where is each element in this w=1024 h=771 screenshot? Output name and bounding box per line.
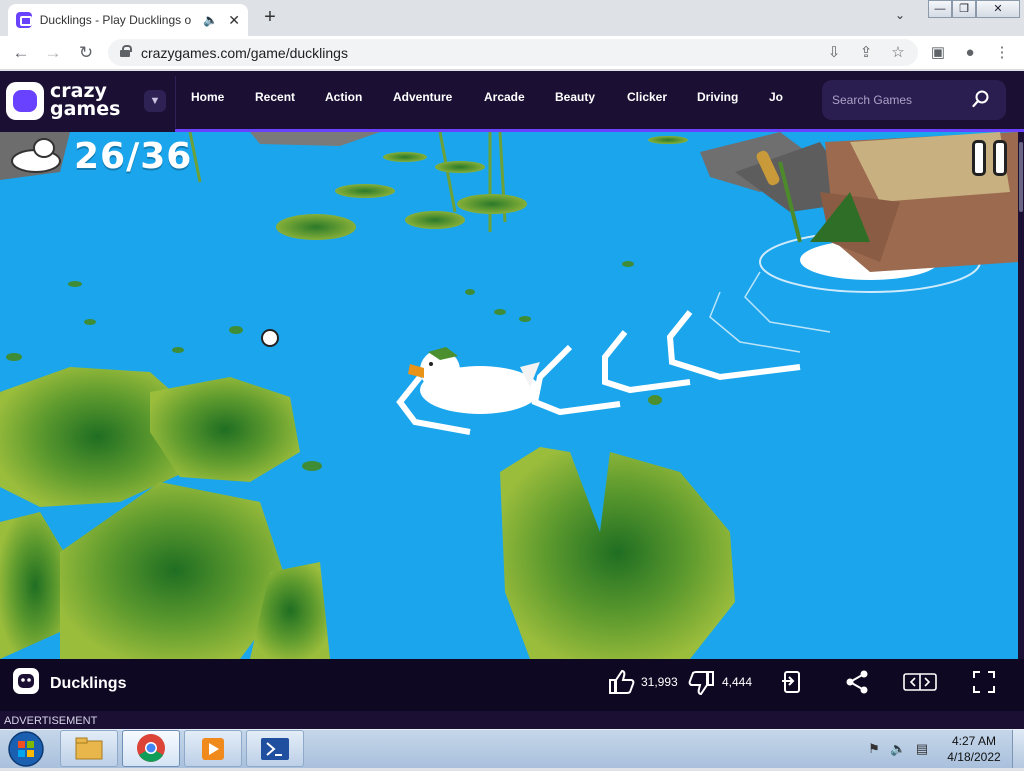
- chrome-menu-icon[interactable]: ⋮: [992, 43, 1012, 63]
- clock-time: 4:27 AM: [951, 734, 997, 748]
- nav-recent[interactable]: Recent: [255, 90, 295, 104]
- crazygames-logo[interactable]: crazy games: [6, 80, 136, 124]
- profile-avatar-icon[interactable]: ●: [960, 43, 980, 63]
- fullscreen-icon[interactable]: [972, 670, 996, 694]
- system-clock[interactable]: 4:27 AM 4/18/2022: [944, 733, 1004, 765]
- search-input[interactable]: [832, 90, 962, 110]
- show-desktop-button[interactable]: [1012, 730, 1024, 768]
- tab-search-chevron-icon[interactable]: ⌄: [895, 8, 905, 22]
- bookmark-star-icon[interactable]: ☆: [888, 43, 908, 63]
- share-page-icon[interactable]: ⇪: [856, 43, 876, 63]
- pause-bar-left: [972, 140, 986, 176]
- game-title: Ducklings: [50, 675, 127, 692]
- theater-mode-icon[interactable]: [903, 672, 937, 692]
- game-canvas[interactable]: [0, 132, 1018, 659]
- nav-jobs[interactable]: Jo: [769, 90, 783, 104]
- url-text[interactable]: crazygames.com/game/ducklings: [141, 45, 348, 61]
- page-scrollbar[interactable]: [1018, 132, 1024, 659]
- dislike-count: 4,444: [722, 675, 753, 689]
- crazygames-logo-icon: [6, 82, 44, 120]
- media-player-icon: [202, 738, 224, 760]
- browser-tab[interactable]: Ducklings - Play Ducklings o 🔈 ✕: [8, 4, 248, 36]
- clock-date: 4/18/2022: [947, 750, 1001, 764]
- volume-icon[interactable]: 🔈: [890, 741, 906, 757]
- tab-title: Ducklings - Play Ducklings o: [39, 13, 192, 27]
- start-button-icon[interactable]: [5, 730, 47, 768]
- network-icon[interactable]: ▤: [914, 741, 930, 757]
- game-info-bar: [0, 659, 1024, 711]
- report-icon[interactable]: [780, 669, 804, 695]
- nav-action[interactable]: Action: [325, 90, 362, 104]
- install-app-icon[interactable]: ⇩: [824, 43, 844, 63]
- pond-scene: [0, 132, 1018, 659]
- categories-chevron-down-icon[interactable]: ▼: [144, 90, 166, 112]
- maximize-button[interactable]: ❐: [952, 0, 976, 18]
- share-icon[interactable]: [844, 669, 870, 695]
- close-window-button[interactable]: ✕: [976, 0, 1020, 18]
- taskbar-powershell[interactable]: [246, 730, 304, 767]
- search-icon[interactable]: [972, 90, 990, 108]
- taskbar-media-player[interactable]: [184, 730, 242, 767]
- advertisement-area: [0, 711, 1024, 729]
- nav-clicker[interactable]: Clicker: [627, 90, 667, 104]
- pause-button[interactable]: [972, 140, 1012, 176]
- address-bar[interactable]: crazygames.com/game/ducklings: [108, 39, 918, 66]
- duckling-counter: 26/36: [74, 136, 193, 177]
- side-panel-icon[interactable]: ▣: [928, 43, 948, 63]
- like-icon[interactable]: [607, 669, 635, 695]
- minimize-button[interactable]: —: [928, 0, 952, 18]
- nav-beauty[interactable]: Beauty: [555, 90, 595, 104]
- header-divider: [175, 76, 176, 128]
- pause-bar-right: [993, 140, 1007, 176]
- nav-arcade[interactable]: Arcade: [484, 90, 525, 104]
- logo-word-games: games: [50, 98, 121, 120]
- tab-close-icon[interactable]: ✕: [228, 12, 240, 29]
- new-tab-button[interactable]: +: [258, 6, 282, 30]
- crazygames-favicon: [16, 12, 32, 28]
- dislike-icon[interactable]: [688, 670, 716, 696]
- network-warning-icon[interactable]: ⚑: [866, 741, 882, 757]
- speaker-icon[interactable]: 🔈: [203, 13, 218, 27]
- taskbar-chrome[interactable]: [122, 730, 180, 767]
- powershell-icon: [261, 738, 289, 760]
- chrome-icon: [137, 734, 165, 762]
- advertisement-label: ADVERTISEMENT: [4, 715, 98, 727]
- forward-icon[interactable]: →: [42, 42, 64, 64]
- taskbar-file-explorer[interactable]: [60, 730, 118, 767]
- nav-driving[interactable]: Driving: [697, 90, 738, 104]
- lock-icon[interactable]: [120, 45, 132, 57]
- nav-home[interactable]: Home: [191, 90, 224, 104]
- back-icon[interactable]: ←: [10, 42, 32, 64]
- nav-adventure[interactable]: Adventure: [393, 90, 452, 104]
- reload-icon[interactable]: ↻: [75, 42, 97, 64]
- file-explorer-icon: [75, 737, 103, 760]
- like-count: 31,993: [641, 675, 678, 689]
- crazygames-small-logo-icon: [13, 668, 39, 694]
- search-box[interactable]: [822, 80, 1006, 120]
